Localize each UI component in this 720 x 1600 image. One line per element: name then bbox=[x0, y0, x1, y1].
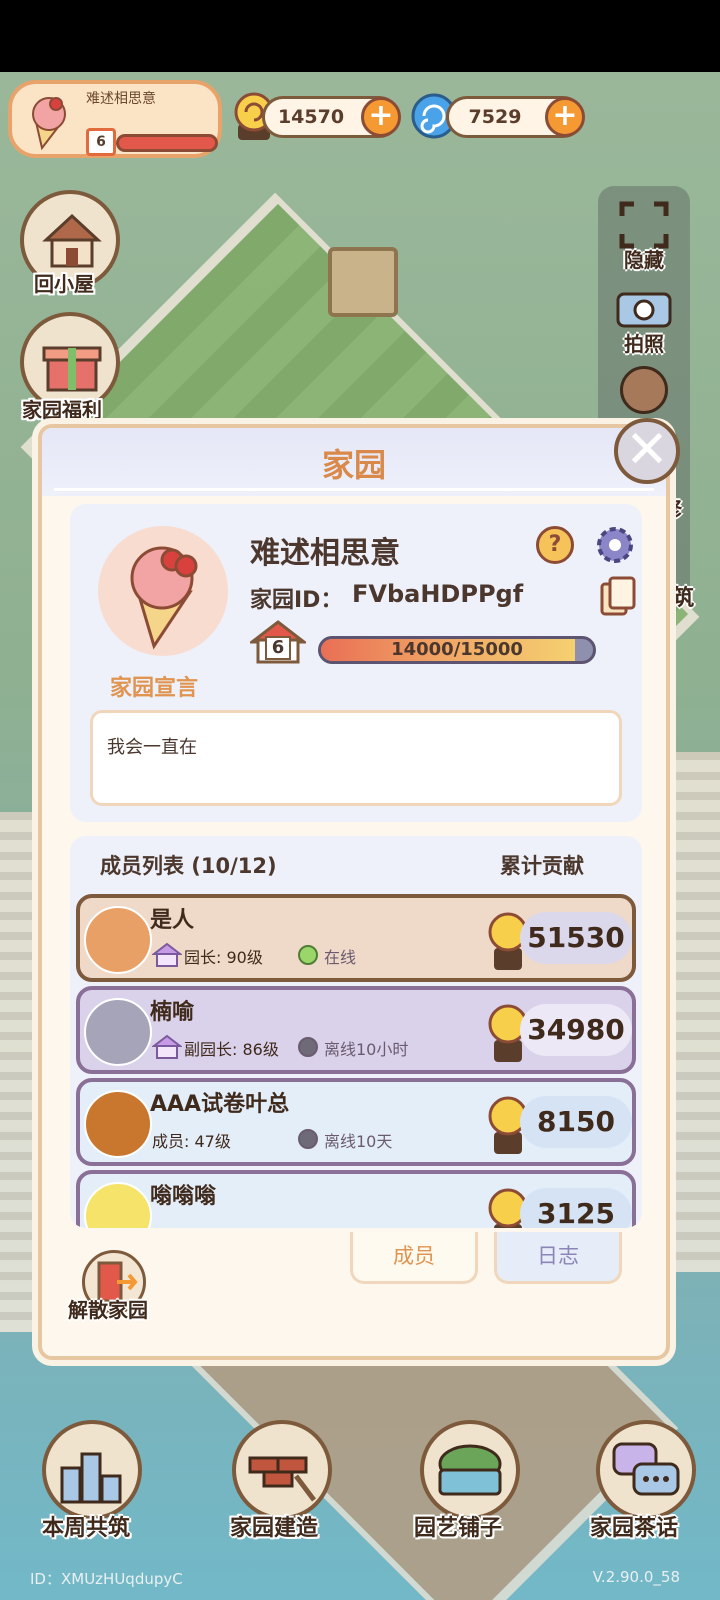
home-name: 难述相思意 bbox=[250, 536, 400, 571]
member-score: 34980 bbox=[520, 1004, 632, 1056]
offline-status-dot bbox=[298, 1037, 318, 1057]
member-name: 楠喻 bbox=[150, 1000, 195, 1025]
members-header: 成员列表 (10/12) 累计贡献 bbox=[70, 836, 642, 892]
coin-counter: 14570 + bbox=[262, 96, 401, 138]
chat-bubbles-icon bbox=[612, 1442, 680, 1496]
close-button[interactable]: ✕ bbox=[614, 418, 680, 484]
garden-welfare-label: 家园福利 bbox=[22, 398, 102, 422]
house-icon bbox=[42, 213, 102, 268]
player-level-badge: 6 bbox=[86, 128, 116, 156]
home-xp-text: 14000/15000 bbox=[391, 639, 523, 660]
gardening-shop-label: 园艺铺子 bbox=[414, 1516, 503, 1541]
member-name: 嗡嗡嗡 bbox=[150, 1184, 217, 1209]
home-xp-bar: 14000/15000 bbox=[318, 636, 596, 664]
weekly-build-label: 本周共筑 bbox=[42, 1516, 131, 1541]
member-name: AAA试卷叶总 bbox=[150, 1092, 290, 1117]
character-icon[interactable] bbox=[620, 366, 668, 414]
bottom-nav: 本周共筑 家园建造 园艺铺子 家园茶话 bbox=[0, 1420, 720, 1560]
contribution-title: 累计贡献 bbox=[500, 854, 584, 878]
coin-value: 14570 bbox=[277, 106, 345, 128]
member-role: 园长: 90级 bbox=[184, 948, 263, 967]
member-row[interactable]: 是人 园长: 90级 在线 51530 bbox=[76, 894, 636, 982]
member-role: 成员: 47级 bbox=[152, 1132, 231, 1151]
member-avatar bbox=[84, 1090, 152, 1158]
declaration-box[interactable]: 我会一直在 bbox=[90, 710, 622, 806]
garden-chat-label: 家园茶话 bbox=[590, 1516, 679, 1541]
member-score: 3125 bbox=[520, 1188, 632, 1228]
status-bar bbox=[0, 0, 720, 72]
member-status: 在线 bbox=[324, 948, 357, 967]
tab-log[interactable]: 日志 bbox=[494, 1232, 622, 1284]
members-title: 成员列表 (10/12) bbox=[100, 854, 277, 878]
camera-icon bbox=[616, 292, 672, 328]
member-avatar bbox=[84, 998, 152, 1066]
member-score: 8150 bbox=[520, 1096, 632, 1148]
ice-cream-avatar-icon bbox=[32, 97, 66, 150]
help-icon[interactable]: ? bbox=[536, 526, 574, 564]
member-status: 离线10小时 bbox=[324, 1040, 409, 1059]
gift-icon bbox=[42, 346, 102, 392]
add-coins-button[interactable]: + bbox=[361, 97, 401, 137]
member-score: 51530 bbox=[520, 912, 632, 964]
home-avatar bbox=[98, 526, 228, 656]
weekly-build-button[interactable] bbox=[42, 1420, 142, 1520]
header-divider bbox=[54, 488, 654, 491]
home-info-card: 难述相思意 ? 家园ID： FVbaHDPPgf 6 14000/15000 家… bbox=[70, 504, 642, 822]
hide-ui-label[interactable]: 隐藏 bbox=[598, 244, 690, 273]
member-role: 副园长: 86级 bbox=[184, 1040, 279, 1059]
user-id-text: ID：XMUzHUqdupyC bbox=[30, 1570, 183, 1588]
home-garden-dialog: 家园 ✕ 难述相思意 ? 家园ID： FVbaHDPPgf 6 14000/15… bbox=[38, 418, 680, 1360]
garden-chat-button[interactable] bbox=[596, 1420, 696, 1520]
online-status-dot bbox=[298, 945, 318, 965]
member-avatar bbox=[84, 1182, 152, 1228]
close-icon: ✕ bbox=[625, 420, 669, 480]
hide-ui-icon bbox=[619, 201, 669, 249]
home-id-value: FVbaHDPPgf bbox=[352, 580, 524, 608]
add-gems-button[interactable]: + bbox=[545, 97, 585, 137]
crown-house-icon bbox=[152, 1034, 182, 1059]
player-profile-badge[interactable]: 难述相思意 6 bbox=[8, 80, 222, 158]
member-row[interactable]: 嗡嗡嗡 3125 bbox=[76, 1170, 636, 1228]
tab-members[interactable]: 成员 bbox=[350, 1232, 478, 1284]
settings-gear-icon[interactable] bbox=[594, 524, 636, 566]
build-label[interactable]: 筑 bbox=[672, 580, 694, 612]
return-home-label: 回小屋 bbox=[34, 272, 94, 296]
garden-build-button[interactable] bbox=[232, 1420, 332, 1520]
declaration-label: 家园宣言 bbox=[110, 676, 199, 701]
flower-basket-icon bbox=[438, 1444, 502, 1496]
player-name: 难述相思意 bbox=[86, 91, 156, 107]
home-level-badge: 6 bbox=[247, 620, 309, 664]
player-level-bar bbox=[116, 134, 218, 152]
member-avatar bbox=[84, 906, 152, 974]
home-id-label: 家园ID： bbox=[250, 588, 343, 613]
podium-icon bbox=[60, 1452, 122, 1504]
bricks-trowel-icon bbox=[248, 1456, 316, 1502]
gem-value: 7529 bbox=[468, 106, 522, 128]
offline-status-dot bbox=[298, 1129, 318, 1149]
declaration-text: 我会一直在 bbox=[107, 737, 197, 758]
copy-icon[interactable] bbox=[600, 576, 636, 616]
dialog-title: 家园 bbox=[321, 446, 386, 484]
members-panel: 成员列表 (10/12) 累计贡献 是人 园长: 90级 在线 51530 楠喻 bbox=[70, 836, 642, 1228]
dissolve-home-label: 解散家园 bbox=[68, 1298, 148, 1322]
member-status: 离线10天 bbox=[324, 1132, 393, 1151]
garden-build-label: 家园建造 bbox=[230, 1516, 319, 1541]
home-level-number: 6 bbox=[265, 636, 291, 660]
ice-cream-icon bbox=[130, 546, 198, 650]
member-name: 是人 bbox=[150, 908, 195, 933]
small-hut-building bbox=[328, 247, 398, 317]
version-text: V.2.90.0_58 bbox=[592, 1568, 680, 1586]
member-row[interactable]: 楠喻 副园长: 86级 离线10小时 34980 bbox=[76, 986, 636, 1074]
crown-house-icon bbox=[152, 942, 182, 967]
gem-counter: 7529 + bbox=[446, 96, 585, 138]
member-row[interactable]: AAA试卷叶总 成员: 47级 离线10天 8150 bbox=[76, 1078, 636, 1166]
dialog-header: 家园 bbox=[42, 428, 666, 496]
gardening-shop-button[interactable] bbox=[420, 1420, 520, 1520]
photo-label[interactable]: 拍照 bbox=[598, 328, 690, 357]
